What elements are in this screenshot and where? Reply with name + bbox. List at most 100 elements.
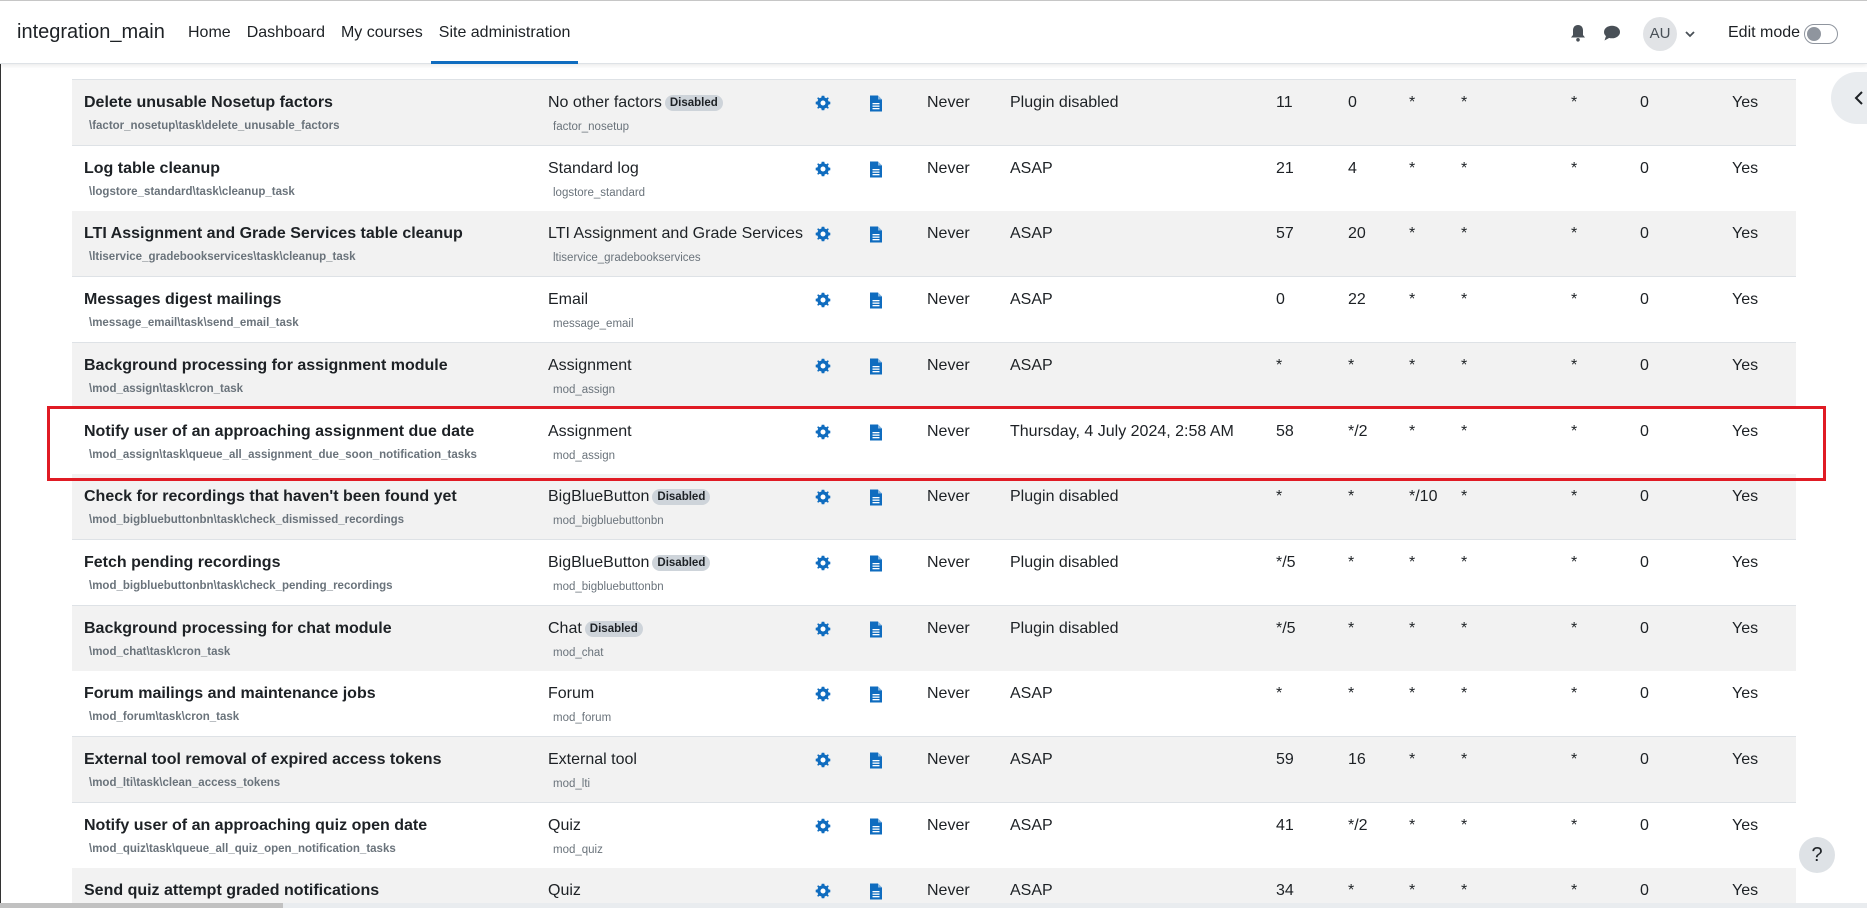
next-run: ASAP — [1010, 685, 1053, 703]
log-file-icon[interactable] — [869, 621, 883, 638]
task-name: Log table cleanup — [84, 159, 221, 177]
log-file-icon[interactable] — [869, 555, 883, 572]
last-run: Never — [927, 882, 970, 900]
day-of-week-value: * — [1571, 488, 1578, 506]
nav-home[interactable]: Home — [180, 1, 239, 64]
minute-value: * — [1276, 488, 1283, 506]
hour-value: * — [1348, 553, 1355, 571]
day-of-week-value: * — [1571, 553, 1578, 571]
hour-value: * — [1348, 619, 1355, 637]
table-row: Fetch pending recordings \mod_bigbluebutt… — [72, 539, 1796, 606]
gear-icon[interactable] — [815, 358, 831, 374]
gear-icon[interactable] — [815, 95, 831, 111]
nav-my-courses[interactable]: My courses — [333, 1, 431, 64]
month-value: * — [1461, 553, 1468, 571]
task-name: Notify user of an approaching quiz open … — [84, 816, 428, 834]
task-component: LTI Assignment and Grade Services — [548, 225, 803, 243]
default-value: Yes — [1732, 882, 1759, 900]
log-file-icon[interactable] — [869, 489, 883, 506]
site-name[interactable]: integration_main — [17, 21, 165, 44]
task-classname: \message_email\task\send_email_task — [89, 317, 299, 330]
disabled-badge: Disabled — [584, 620, 643, 637]
gear-icon[interactable] — [815, 883, 831, 899]
month-value: * — [1461, 751, 1468, 768]
component-name: External tool — [548, 751, 637, 768]
day-value: * — [1409, 225, 1416, 243]
component-name: Chat — [548, 619, 582, 637]
next-run: Plugin disabled — [1010, 488, 1119, 506]
open-block-drawer-button[interactable] — [1831, 72, 1867, 124]
scrollbar-thumb[interactable] — [0, 903, 283, 908]
gear-icon[interactable] — [815, 818, 831, 834]
task-name: Check for recordings that haven't been f… — [84, 488, 457, 506]
fail-delay-value: 0 — [1640, 751, 1649, 768]
table-row: LTI Assignment and Grade Services table … — [72, 211, 1796, 278]
gear-icon[interactable] — [815, 489, 831, 505]
gear-icon[interactable] — [815, 555, 831, 571]
fail-delay-value: 0 — [1640, 816, 1649, 834]
log-file-icon[interactable] — [869, 752, 883, 769]
gear-icon[interactable] — [815, 161, 831, 177]
task-classname: \mod_assign\task\cron_task — [89, 382, 244, 395]
bell-icon[interactable] — [1568, 23, 1588, 43]
log-file-icon[interactable] — [869, 686, 883, 703]
minute-value: 34 — [1276, 882, 1294, 900]
gear-icon[interactable] — [815, 621, 831, 637]
task-name: Messages digest mailings — [84, 291, 282, 309]
next-run: ASAP — [1010, 225, 1053, 243]
log-file-icon[interactable] — [869, 161, 883, 178]
next-run: ASAP — [1010, 816, 1053, 834]
chat-bubble-icon[interactable] — [1602, 23, 1622, 43]
last-run: Never — [927, 225, 970, 243]
day-value: * — [1409, 159, 1416, 177]
gear-icon[interactable] — [815, 686, 831, 702]
log-file-icon[interactable] — [869, 358, 883, 375]
gear-icon[interactable] — [815, 752, 831, 768]
task-component: Assignment — [548, 357, 632, 375]
minute-value: 59 — [1276, 751, 1294, 768]
minute-value: */5 — [1276, 553, 1296, 571]
task-classname: \mod_bigbluebuttonbn\task\check_dismisse… — [89, 514, 405, 527]
default-value: Yes — [1732, 619, 1759, 637]
minute-value: 21 — [1276, 159, 1294, 177]
next-run: ASAP — [1010, 882, 1053, 900]
gear-icon[interactable] — [815, 292, 831, 308]
edit-mode-toggle[interactable] — [1804, 24, 1838, 44]
month-value: * — [1461, 685, 1468, 703]
gear-icon[interactable] — [815, 226, 831, 242]
hour-value: * — [1348, 882, 1355, 900]
log-file-icon[interactable] — [869, 883, 883, 900]
fail-delay-value: 0 — [1640, 94, 1649, 111]
log-file-icon[interactable] — [869, 292, 883, 309]
nav-site-administration[interactable]: Site administration — [430, 1, 579, 64]
plugin-name: ltiservice_gradebookservices — [553, 252, 701, 265]
plugin-name: mod_bigbluebuttonbn — [553, 580, 664, 593]
component-name: Quiz — [548, 816, 581, 834]
task-name: Delete unusable Nosetup factors — [84, 94, 333, 111]
default-value: Yes — [1732, 553, 1759, 571]
day-of-week-value: * — [1571, 685, 1578, 703]
plugin-name: logstore_standard — [553, 186, 646, 199]
page-left-border — [0, 64, 1, 908]
disabled-badge: Disabled — [664, 95, 723, 111]
highlight-box — [47, 406, 1826, 481]
month-value: * — [1461, 816, 1468, 834]
user-avatar[interactable]: AU — [1643, 17, 1677, 51]
task-classname: \logstore_standard\task\cleanup_task — [89, 185, 295, 198]
fail-delay-value: 0 — [1640, 159, 1649, 177]
log-file-icon[interactable] — [869, 95, 883, 112]
nav-dashboard[interactable]: Dashboard — [239, 1, 333, 64]
log-file-icon[interactable] — [869, 818, 883, 835]
default-value: Yes — [1732, 356, 1759, 374]
day-of-week-value: * — [1571, 816, 1578, 834]
last-run: Never — [927, 159, 970, 177]
task-name: Send quiz attempt graded notifications — [84, 882, 380, 900]
chevron-down-icon[interactable] — [1684, 28, 1696, 40]
default-value: Yes — [1732, 225, 1759, 243]
log-file-icon[interactable] — [869, 226, 883, 243]
help-button[interactable]: ? — [1799, 837, 1835, 873]
next-run: ASAP — [1010, 751, 1053, 768]
fail-delay-value: 0 — [1640, 685, 1649, 703]
fail-delay-value: 0 — [1640, 619, 1649, 637]
task-classname: \mod_bigbluebuttonbn\task\check_pending_… — [89, 579, 393, 592]
